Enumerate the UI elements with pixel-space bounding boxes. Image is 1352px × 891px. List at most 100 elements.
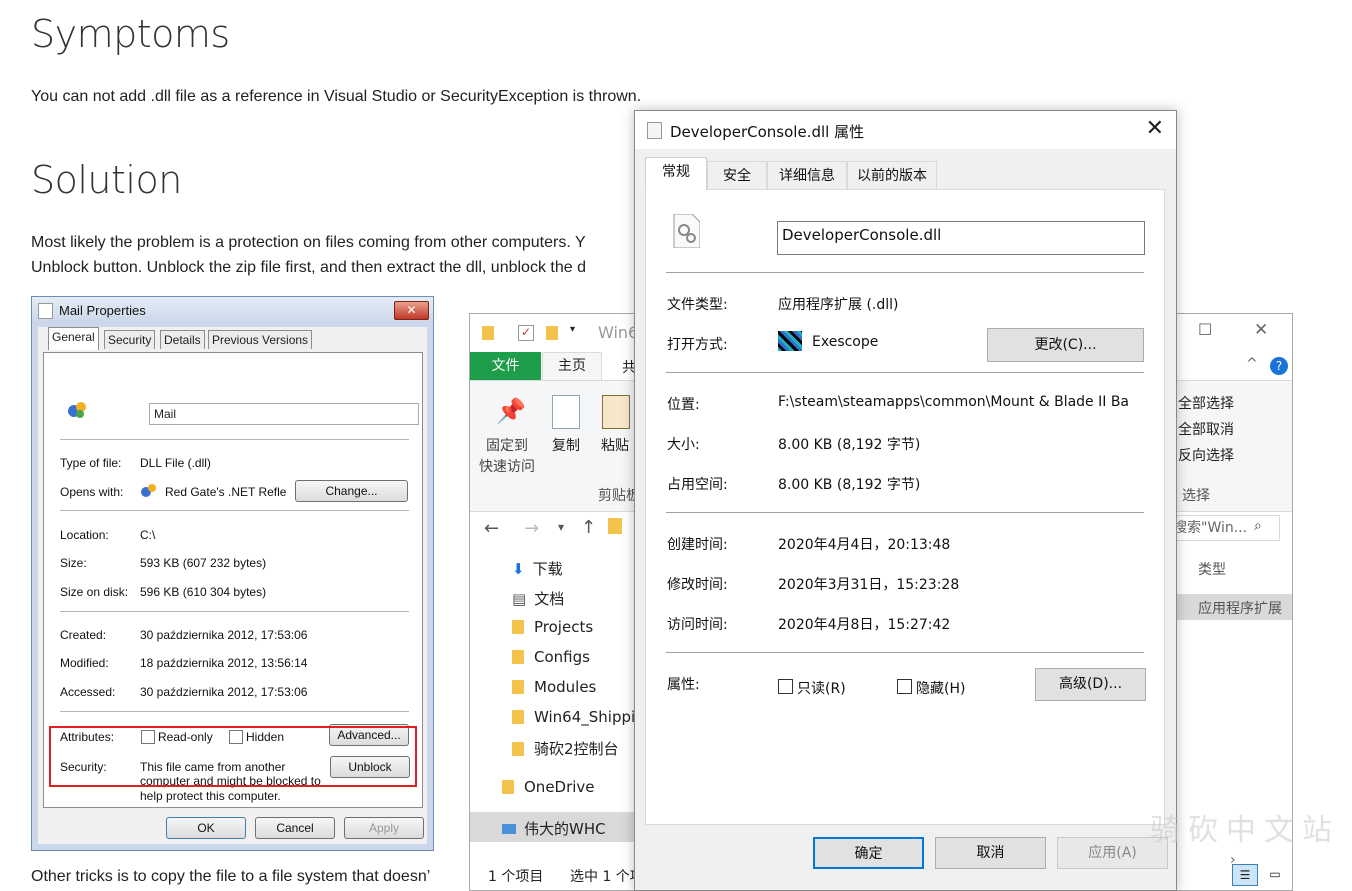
type-label: Type of file:: [60, 456, 122, 470]
tab-security[interactable]: 安全: [707, 161, 767, 189]
tree-item-projects[interactable]: Projects: [512, 618, 593, 636]
location-label: Location:: [60, 528, 109, 542]
ok-button[interactable]: OK: [166, 817, 246, 839]
forward-icon[interactable]: →: [524, 518, 539, 539]
tab-previous-versions[interactable]: Previous Versions: [208, 330, 313, 349]
modified-value: 18 października 2012, 13:56:14: [140, 656, 308, 670]
tree-item-label: Configs: [534, 648, 590, 666]
divider: [666, 372, 1144, 373]
mail-name-field[interactable]: Mail: [149, 403, 419, 425]
copy-label[interactable]: 复制: [552, 435, 580, 455]
highlight-box: [49, 726, 417, 787]
back-icon[interactable]: ←: [484, 518, 499, 539]
size-value: 593 KB (607 232 bytes): [140, 556, 267, 570]
location-label: 位置:: [667, 397, 700, 413]
cancel-button[interactable]: 取消: [935, 837, 1046, 869]
help-icon[interactable]: ?: [1270, 357, 1288, 375]
tree-item-win64[interactable]: Win64_Shippi: [512, 708, 635, 726]
computer-icon: [502, 824, 516, 834]
tree-item-configs[interactable]: Configs: [512, 648, 590, 666]
change-button[interactable]: Change...: [295, 480, 408, 502]
mail-properties-dialog: Mail Properties ✕ General Security Detai…: [31, 296, 434, 851]
symptoms-paragraph: You can not add .dll file as a reference…: [31, 88, 642, 105]
tree-item-label: Win64_Shippi: [534, 708, 636, 726]
explorer-title: Win6: [598, 323, 639, 342]
recent-dropdown-icon[interactable]: ▾: [558, 520, 564, 534]
change-button[interactable]: 更改(C)...: [987, 328, 1144, 362]
tree-item-documents[interactable]: ▤ 文档: [512, 588, 564, 609]
large-icons-view-icon[interactable]: ▭: [1262, 864, 1288, 886]
ok-button[interactable]: 确定: [813, 837, 924, 869]
tree-item-console[interactable]: 骑砍2控制台: [512, 738, 619, 759]
modified-label: Modified:: [60, 656, 109, 670]
tree-item-label: 骑砍2控制台: [534, 740, 619, 758]
divider: [666, 512, 1144, 513]
size-label: Size:: [60, 556, 87, 570]
collapse-ribbon-icon[interactable]: ^: [1246, 356, 1258, 372]
search-icon: ⌕: [1254, 518, 1262, 534]
accessed-value: 2020年4月8日，15:27:42: [778, 617, 951, 633]
pin-icon: 📌: [496, 397, 526, 425]
tab-previous-versions[interactable]: 以前的版本: [847, 161, 937, 189]
hidden-checkbox[interactable]: [897, 679, 912, 694]
quick-access-dropdown-icon[interactable]: ▾: [570, 324, 575, 335]
cancel-button[interactable]: Cancel: [255, 817, 335, 839]
heading-solution: Solution: [31, 158, 182, 202]
tab-file[interactable]: 文件: [470, 352, 541, 380]
heading-symptoms: Symptoms: [31, 12, 230, 56]
divider: [666, 652, 1144, 653]
invert-selection-button[interactable]: 反向选择: [1178, 445, 1234, 465]
up-icon[interactable]: ↑: [581, 517, 596, 538]
pin-label-1[interactable]: 固定到: [486, 435, 528, 455]
mail-dialog-close-button[interactable]: ✕: [394, 301, 429, 320]
paste-icon: [602, 395, 630, 429]
close-icon[interactable]: ✕: [1254, 320, 1268, 340]
tree-item-label: 伟大的WHC: [524, 820, 606, 838]
divider: [60, 611, 409, 612]
status-item-count: 1 个项目: [488, 869, 544, 885]
close-icon[interactable]: ✕: [1146, 117, 1164, 141]
status-selected: 选中 1 个项: [570, 869, 644, 885]
details-view-icon[interactable]: ☰: [1232, 864, 1258, 886]
size-on-disk-label: Size on disk:: [60, 585, 129, 599]
folder-icon: [512, 710, 524, 724]
tab-details[interactable]: 详细信息: [767, 161, 847, 189]
type-value: DLL File (.dll): [140, 456, 211, 470]
modified-value: 2020年3月31日，15:23:28: [778, 577, 960, 593]
new-folder-icon[interactable]: [546, 326, 558, 340]
tree-item-this-pc[interactable]: 伟大的WHC: [502, 818, 606, 839]
tab-general[interactable]: 常规: [645, 157, 707, 190]
modified-label: 修改时间:: [667, 577, 728, 593]
readonly-checkbox[interactable]: [778, 679, 793, 694]
search-input[interactable]: 搜索"Win...: [1170, 515, 1280, 541]
size-on-disk-value: 8.00 KB (8,192 字节): [778, 477, 921, 493]
created-value: 2020年4月4日，20:13:48: [778, 537, 951, 553]
apply-button[interactable]: Apply: [344, 817, 424, 839]
pin-label-2[interactable]: 快速访问: [479, 456, 535, 476]
document-icon: ▤: [512, 590, 527, 608]
tree-item-modules[interactable]: Modules: [512, 678, 596, 696]
location-value[interactable]: F:\steam\steamapps\common\Mount & Blade …: [778, 394, 1146, 410]
tab-details[interactable]: Details: [160, 330, 205, 349]
select-all-button[interactable]: 全部选择: [1178, 393, 1234, 413]
exescope-icon: [778, 331, 802, 351]
advanced-button[interactable]: 高级(D)...: [1035, 668, 1146, 701]
tab-security[interactable]: Security: [104, 330, 156, 349]
tree-item-downloads[interactable]: ⬇ 下载: [512, 558, 563, 579]
properties-quick-icon[interactable]: ✓: [518, 325, 534, 341]
download-icon: ⬇: [512, 560, 525, 578]
maximize-icon[interactable]: ☐: [1198, 320, 1212, 339]
tab-general[interactable]: General: [48, 327, 99, 350]
tree-item-onedrive[interactable]: OneDrive: [502, 778, 595, 796]
location-value: C:\: [140, 528, 156, 542]
folder-icon: [512, 680, 524, 694]
paste-label[interactable]: 粘贴: [601, 435, 629, 455]
dll-file-icon: [647, 122, 662, 139]
tab-home[interactable]: 主页: [542, 352, 602, 380]
opens-with-value: Red Gate's .NET Refle: [165, 485, 287, 499]
column-header-type[interactable]: 类型: [1198, 559, 1226, 579]
select-none-button[interactable]: 全部取消: [1178, 419, 1234, 439]
filename-field[interactable]: DeveloperConsole.dll: [777, 221, 1145, 255]
opens-with-label: Opens with:: [60, 485, 124, 499]
tree-item-label: Modules: [534, 678, 597, 696]
